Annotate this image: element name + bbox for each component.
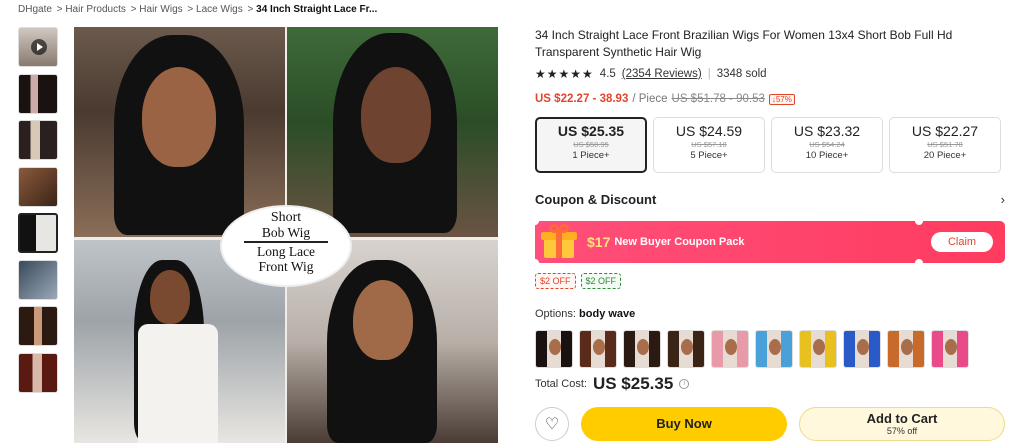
image-panel — [287, 27, 498, 237]
rating-row: ★★★★★ 4.5 (2354 Reviews) | 3348 sold — [535, 67, 767, 81]
option-swatch[interactable] — [887, 330, 925, 368]
option-swatch[interactable] — [579, 330, 617, 368]
tier-price: US $22.27 — [911, 123, 979, 139]
thumbnail[interactable] — [18, 120, 58, 160]
options-selected-value: body wave — [579, 308, 636, 320]
option-swatch[interactable] — [535, 330, 573, 368]
price-tiers: US $25.35 US $58.95 1 Piece+ US $24.59 U… — [535, 117, 1001, 173]
gift-icon — [541, 224, 577, 260]
original-price: US $51.78 - 90.53 — [671, 93, 765, 105]
option-swatch[interactable] — [667, 330, 705, 368]
tier-price: US $23.32 — [793, 123, 861, 139]
thumbnail[interactable] — [18, 259, 58, 300]
price-tier-1[interactable]: US $25.35 US $58.95 1 Piece+ — [535, 117, 647, 173]
option-swatches — [535, 330, 969, 368]
overlay-line: Short — [270, 210, 302, 225]
thumbnail[interactable] — [18, 73, 58, 114]
price-row: US $22.27 - 38.93 / Piece US $51.78 - 90… — [535, 93, 795, 105]
tier-price: US $24.59 — [675, 123, 743, 139]
overlay-line: Front Wig — [258, 259, 314, 274]
add-to-cart-sub: 57% off — [886, 426, 918, 436]
option-swatch[interactable] — [843, 330, 881, 368]
reviews-link[interactable]: (2354 Reviews) — [622, 68, 702, 80]
image-overlay-label: Short Bob Wig Long Lace Front Wig — [220, 205, 352, 287]
total-value: US $25.35 — [592, 374, 674, 393]
thumbnail-video[interactable] — [18, 27, 58, 67]
thumbnail[interactable] — [18, 306, 58, 346]
tier-original: US $58.95 — [573, 140, 609, 149]
price-unit: / Piece — [632, 93, 668, 105]
thumbnail[interactable] — [18, 166, 58, 207]
thumbnail-active[interactable] — [18, 213, 58, 253]
tier-original: US $57.18 — [691, 140, 727, 149]
buy-now-button[interactable]: Buy Now — [581, 407, 787, 441]
total-label: Total Cost: — [535, 378, 587, 390]
price-range: US $22.27 - 38.93 — [535, 93, 629, 105]
add-to-cart-button[interactable]: Add to Cart 57% off — [799, 407, 1005, 441]
product-title: 34 Inch Straight Lace Front Brazilian Wi… — [535, 28, 953, 59]
chevron-right-icon[interactable]: › — [1001, 192, 1005, 207]
sold-count: 3348 sold — [716, 68, 767, 80]
overlay-line: Bob Wig — [261, 225, 311, 240]
coupon-amount: $17 — [587, 234, 611, 250]
option-swatch[interactable] — [623, 330, 661, 368]
options-label-text: Options: — [535, 308, 576, 320]
tier-quantity: 1 Piece+ — [572, 150, 610, 161]
coupon-banner[interactable]: $17 New Buyer Coupon Pack Claim — [531, 217, 1005, 267]
total-cost-row: Total Cost: US $25.35 i — [535, 374, 690, 394]
price-tier-2[interactable]: US $24.59 US $57.18 5 Piece+ — [653, 117, 765, 173]
breadcrumb-current: 34 Inch Straight Lace Fr... — [256, 4, 378, 15]
option-swatch[interactable] — [799, 330, 837, 368]
claim-button[interactable]: Claim — [931, 232, 993, 252]
price-tier-4[interactable]: US $22.27 US $51.78 20 Piece+ — [889, 117, 1001, 173]
tier-quantity: 5 Piece+ — [690, 150, 728, 161]
breadcrumb: DHgate > Hair Products > Hair Wigs > Lac… — [18, 4, 378, 15]
breadcrumb-hair-products[interactable]: Hair Products — [65, 4, 126, 15]
price-tier-3[interactable]: US $23.32 US $54.24 10 Piece+ — [771, 117, 883, 173]
thumbnail[interactable] — [18, 352, 58, 393]
add-to-cart-label: Add to Cart — [866, 411, 938, 426]
breadcrumb-dhgate[interactable]: DHgate — [18, 4, 52, 15]
breadcrumb-hair-wigs[interactable]: Hair Wigs — [139, 4, 182, 15]
tier-original: US $51.78 — [927, 140, 963, 149]
image-panel — [74, 27, 285, 237]
overlay-line: Long Lace — [256, 244, 316, 259]
star-rating-icon: ★★★★★ — [535, 67, 594, 81]
tier-quantity: 20 Piece+ — [923, 150, 967, 161]
option-swatch[interactable] — [711, 330, 749, 368]
discount-chip[interactable]: $2 OFF — [580, 273, 622, 289]
tier-quantity: 10 Piece+ — [805, 150, 849, 161]
option-swatch[interactable] — [931, 330, 969, 368]
option-swatch[interactable] — [755, 330, 793, 368]
rating-value: 4.5 — [599, 68, 616, 80]
options-label: Options: body wave — [535, 308, 635, 320]
info-icon[interactable]: i — [679, 379, 690, 389]
breadcrumb-lace-wigs[interactable]: Lace Wigs — [196, 4, 243, 15]
action-bar: ♡ Buy Now Add to Cart 57% off — [535, 407, 1005, 441]
coupon-heading-row[interactable]: Coupon & Discount › — [535, 192, 1005, 207]
coupon-text: New Buyer Coupon Pack — [614, 236, 745, 248]
coupon-heading: Coupon & Discount — [535, 192, 657, 207]
discount-chip[interactable]: $2 OFF — [535, 273, 576, 289]
tier-price: US $25.35 — [557, 123, 625, 139]
play-icon — [31, 39, 47, 55]
discount-badge: ↓57% — [768, 93, 795, 105]
tier-original: US $54.24 — [809, 140, 845, 149]
wishlist-heart-button[interactable]: ♡ — [535, 407, 569, 441]
heart-icon: ♡ — [544, 416, 560, 433]
discount-chips: $2 OFF $2 OFF — [535, 273, 622, 289]
main-product-image[interactable]: Short Bob Wig Long Lace Front Wig — [74, 27, 498, 443]
thumbnail-list — [18, 27, 58, 399]
